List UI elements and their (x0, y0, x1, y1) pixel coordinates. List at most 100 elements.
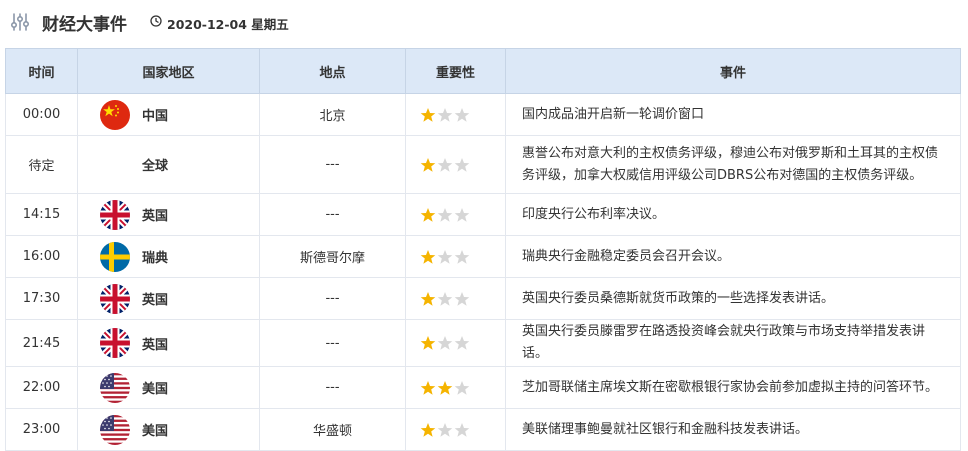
event-country-cell: 全球 (77, 135, 260, 194)
event-time: 21:45 (5, 319, 78, 367)
star-empty-icon (454, 107, 470, 122)
star-empty-icon (454, 422, 470, 437)
event-row[interactable]: 22:00 美国 --- 芝加哥联储主席埃文斯在密歇根银行家协会前参加虚拟主持的问答环… (5, 366, 961, 409)
event-time: 14:15 (5, 193, 78, 236)
clock-icon (150, 15, 162, 27)
table-header-row: 时间 国家地区 地点 重要性 事件 (5, 48, 961, 94)
star-filled-icon (420, 422, 436, 437)
star-empty-icon (454, 336, 470, 350)
uk-flag-icon (100, 283, 130, 314)
event-row[interactable]: 21:45 英国 --- 英国央行委员滕雷罗在路透投资峰会就央行政策与市场支持举措发表… (5, 319, 961, 367)
event-country: 全球 (142, 159, 169, 174)
event-location: --- (259, 193, 406, 236)
star-filled-icon (420, 107, 436, 122)
usa-flag-icon (100, 372, 130, 403)
event-description: 瑞典央行金融稳定委员会召开会议。 (505, 235, 961, 278)
importance-rating (405, 235, 506, 278)
star-filled-icon (420, 291, 436, 306)
events-table-body: 00:00 中国 北京 国内成品油开启新一轮调价窗口待定 全球 --- 惠誉公布对意大利的主… (5, 93, 961, 451)
event-country-cell: 英国 (77, 277, 260, 320)
event-location: --- (259, 135, 406, 194)
china-flag-icon (100, 99, 130, 130)
event-country: 英国 (142, 293, 169, 308)
event-row[interactable]: 23:00 美国 华盛顿 美联储理事鲍曼就社区银行和金融科技发表讲话。 (5, 408, 961, 451)
event-time: 23:00 (5, 408, 78, 451)
event-location: --- (259, 366, 406, 409)
event-country-cell: 瑞典 (77, 235, 260, 278)
star-empty-icon (437, 207, 453, 222)
star-filled-icon (420, 336, 436, 350)
event-location: --- (259, 319, 406, 367)
event-time: 16:00 (5, 235, 78, 278)
event-description: 国内成品油开启新一轮调价窗口 (505, 93, 961, 136)
event-location: --- (259, 277, 406, 320)
star-filled-icon (420, 207, 436, 222)
star-empty-icon (437, 157, 453, 172)
event-country-cell: 英国 (77, 319, 260, 367)
event-row[interactable]: 16:00 瑞典 斯德哥尔摩 瑞典央行金融稳定委员会召开会议。 (5, 235, 961, 278)
event-description: 美联储理事鲍曼就社区银行和金融科技发表讲话。 (505, 408, 961, 451)
star-empty-icon (437, 249, 453, 264)
importance-rating (405, 277, 506, 320)
star-filled-icon (420, 249, 436, 264)
event-country: 中国 (142, 109, 169, 124)
event-description: 芝加哥联储主席埃文斯在密歇根银行家协会前参加虚拟主持的问答环节。 (505, 366, 961, 409)
current-date: 2020-12-04 星期五 (167, 17, 289, 32)
usa-flag-icon (100, 414, 130, 445)
page-title: 财经大事件 (42, 15, 127, 35)
events-table: 时间 国家地区 地点 重要性 事件 00:00 中国 北京 国内成品油开启新一轮调价窗… (5, 48, 961, 451)
col-header-country: 国家地区 (77, 48, 260, 94)
event-country-cell: 美国 (77, 408, 260, 451)
importance-rating (405, 366, 506, 409)
star-empty-icon (437, 291, 453, 306)
event-country-cell: 中国 (77, 93, 260, 136)
star-empty-icon (454, 291, 470, 306)
col-header-importance: 重要性 (405, 48, 506, 94)
event-location: 斯德哥尔摩 (259, 235, 406, 278)
importance-rating (405, 135, 506, 194)
event-row[interactable]: 17:30 英国 --- 英国央行委员桑德斯就货币政策的一些选择发表讲话。 (5, 277, 961, 320)
col-header-time: 时间 (5, 48, 78, 94)
event-country: 英国 (142, 209, 169, 224)
importance-rating (405, 408, 506, 451)
star-filled-icon (420, 380, 436, 395)
event-country: 美国 (142, 424, 169, 439)
event-row[interactable]: 待定 全球 --- 惠誉公布对意大利的主权债务评级，穆迪公布对俄罗斯和土耳其的主权债务… (5, 135, 961, 194)
event-country: 英国 (142, 337, 169, 353)
col-header-event: 事件 (505, 48, 961, 94)
star-empty-icon (437, 422, 453, 437)
star-empty-icon (454, 380, 470, 395)
star-empty-icon (454, 249, 470, 264)
event-time: 待定 (5, 135, 78, 194)
page-header: 财经大事件 2020-12-04 星期五 (0, 0, 968, 44)
event-location: 北京 (259, 93, 406, 136)
star-empty-icon (437, 336, 453, 350)
event-time: 17:30 (5, 277, 78, 320)
importance-rating (405, 93, 506, 136)
event-country: 美国 (142, 382, 169, 397)
event-time: 22:00 (5, 366, 78, 409)
importance-rating (405, 193, 506, 236)
star-filled-icon (437, 380, 453, 395)
importance-rating (405, 319, 506, 367)
event-time: 00:00 (5, 93, 78, 136)
uk-flag-icon (100, 199, 130, 230)
settings-sliders-icon[interactable] (10, 12, 30, 32)
star-empty-icon (437, 107, 453, 122)
star-empty-icon (454, 207, 470, 222)
sweden-flag-icon (100, 241, 130, 272)
event-description: 惠誉公布对意大利的主权债务评级，穆迪公布对俄罗斯和土耳其的主权债务评级，加拿大权… (505, 135, 961, 194)
star-empty-icon (454, 157, 470, 172)
event-description: 印度央行公布利率决议。 (505, 193, 961, 236)
col-header-location: 地点 (259, 48, 406, 94)
event-country: 瑞典 (142, 251, 169, 266)
event-description: 英国央行委员桑德斯就货币政策的一些选择发表讲话。 (505, 277, 961, 320)
event-country-cell: 美国 (77, 366, 260, 409)
event-row[interactable]: 14:15 英国 --- 印度央行公布利率决议。 (5, 193, 961, 236)
event-country-cell: 英国 (77, 193, 260, 236)
event-description: 英国央行委员滕雷罗在路透投资峰会就央行政策与市场支持举措发表讲话。 (505, 319, 961, 367)
uk-flag-icon (100, 328, 130, 358)
event-row[interactable]: 00:00 中国 北京 国内成品油开启新一轮调价窗口 (5, 93, 961, 136)
event-location: 华盛顿 (259, 408, 406, 451)
star-filled-icon (420, 157, 436, 172)
